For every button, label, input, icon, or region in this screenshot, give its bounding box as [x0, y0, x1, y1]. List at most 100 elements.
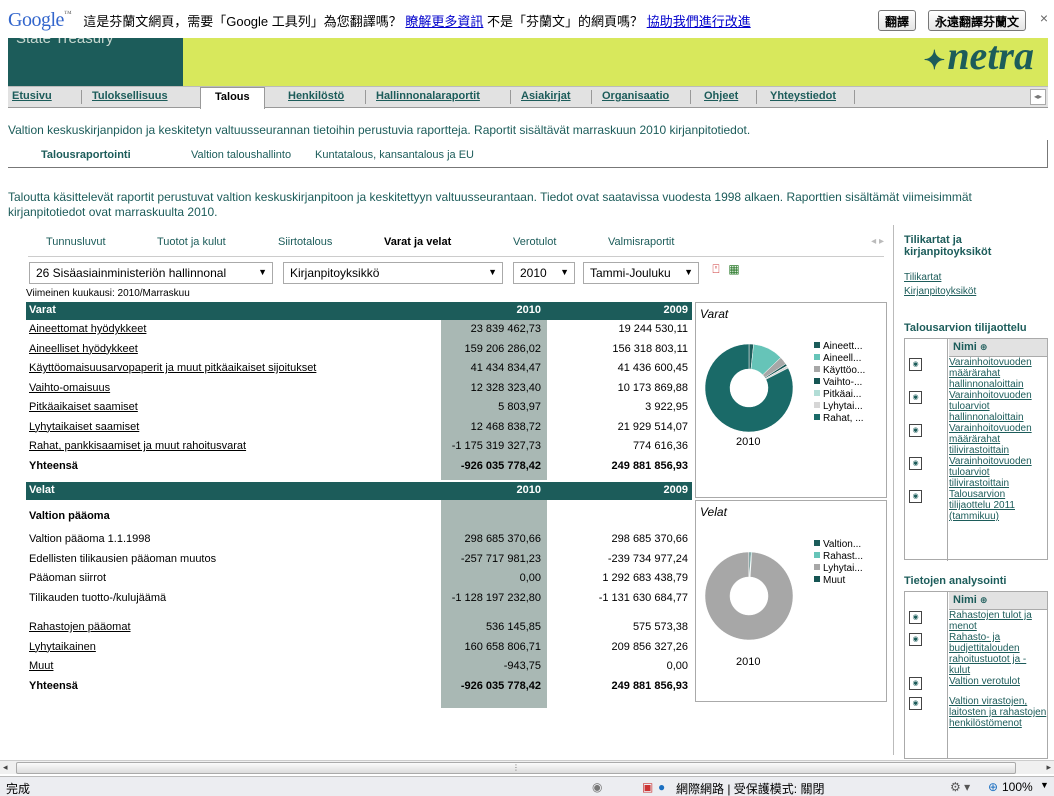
list-item-label[interactable]: Valtion verotulot: [949, 676, 1047, 687]
row-label[interactable]: Pitkäaikaiset saamiset: [29, 401, 138, 413]
list-item[interactable]: ◉ Talousarvion tilijaottelu 2011 (tammiku…: [905, 489, 1047, 522]
horizontal-scrollbar[interactable]: ◂ ⋮ ▸: [0, 760, 1054, 774]
rtab-valmisraportit[interactable]: Valmisraportit: [608, 236, 674, 248]
legend-label: Aineell...: [823, 353, 862, 364]
close-icon[interactable]: ×: [1040, 10, 1048, 26]
report-icon[interactable]: ◉: [909, 358, 922, 371]
list-item-label[interactable]: Valtion virastojen, laitosten ja rahasto…: [949, 696, 1047, 729]
list-item-label[interactable]: Rahastojen tulot ja menot: [949, 610, 1047, 632]
always-translate-button[interactable]: 永遠翻譯芬蘭文: [928, 10, 1027, 31]
security-icon[interactable]: ▣: [642, 780, 653, 794]
list-item-label[interactable]: Varainhoitovuoden määrärahat hallinnonal…: [949, 357, 1047, 390]
unit-select[interactable]: Kirjanpitoyksikkö ▼: [283, 262, 503, 284]
list-item[interactable]: ◉ Valtion verotulot: [905, 676, 1047, 696]
report-icon[interactable]: ◉: [909, 677, 922, 690]
ministry-select[interactable]: 26 Sisäasiainministeriön hallinnonal ▼: [29, 262, 273, 284]
analysis-list: Nimi ⊕ ◉ Rahastojen tulot ja menot ◉ Rahast…: [904, 591, 1048, 759]
row-label[interactable]: Rahat, pankkisaamiset ja muut rahoitusva…: [29, 440, 246, 452]
scroll-left-icon[interactable]: ◂: [3, 762, 8, 773]
zoom-level[interactable]: 100%: [1002, 780, 1033, 794]
list-item-label[interactable]: Varainhoitovuoden tuloarviot tilivirasto…: [949, 456, 1047, 489]
tabs-scroll-icon[interactable]: ◂ ▸: [871, 236, 884, 247]
chart-title: Velat: [700, 505, 727, 519]
list-item-label[interactable]: Rahasto- ja budjettitalouden rahoitustuo…: [949, 632, 1047, 676]
row-label[interactable]: Lyhytaikaiset saamiset: [29, 421, 139, 433]
tab-hallinnonalaraportit[interactable]: Hallinnonalaraportit: [376, 90, 480, 102]
main-nav: Etusivu Tuloksellisuus Talous Henkilöstö…: [8, 86, 1048, 109]
row-label[interactable]: Vaihto-omaisuus: [29, 382, 110, 394]
scroll-right-icon[interactable]: ▸: [1046, 762, 1051, 773]
list-item[interactable]: ◉ Varainhoitovuoden tuloarviot hallinnona…: [905, 390, 1047, 423]
zoom-icon[interactable]: ⊕: [988, 780, 998, 794]
translate-prompt: 這是芬蘭文網頁，需要「Google 工具列」為您翻譯嗎？ 瞭解更多資訊 不是「芬…: [83, 13, 751, 29]
help-improve-link[interactable]: 協助我們進行改進: [647, 14, 751, 29]
year-select[interactable]: 2010 ▼: [513, 262, 575, 284]
tab-tuloksellisuus[interactable]: Tuloksellisuus: [92, 90, 168, 102]
tilikartat-link[interactable]: Tilikartat: [904, 272, 1050, 283]
report-icon[interactable]: ◉: [909, 391, 922, 404]
subnav-valtion-taloushallinto[interactable]: Valtion taloushallinto: [191, 149, 291, 161]
subnav-kuntatalous[interactable]: Kuntatalous, kansantalous ja EU: [315, 149, 474, 161]
report-icon[interactable]: ◉: [909, 611, 922, 624]
value-2010: 23 839 462,73: [470, 323, 541, 335]
liabilities-total-row: Yhteensä -926 035 778,42 249 881 856,93: [29, 679, 688, 692]
translate-button[interactable]: 翻譯: [878, 10, 917, 31]
chevron-down-icon: ▼: [488, 267, 497, 277]
period-select[interactable]: Tammi-Jouluku ▼: [583, 262, 699, 284]
netra-logo[interactable]: ✦netra: [924, 32, 1034, 79]
zoom-dropdown-icon[interactable]: ▼: [1040, 780, 1049, 790]
tab-henkilosto[interactable]: Henkilöstö: [288, 90, 344, 102]
list-item-label[interactable]: Varainhoitovuoden määrärahat tilivirasto…: [949, 423, 1047, 456]
legend-item: Pitkäai...: [814, 389, 865, 401]
value-2009: 209 856 327,26: [611, 640, 688, 653]
tab-scroll-icon[interactable]: ◂▸: [1030, 89, 1046, 105]
row-label[interactable]: Lyhytaikainen: [29, 641, 96, 653]
tab-organisaatio[interactable]: Organisaatio: [602, 90, 669, 102]
tab-talous[interactable]: Talous: [200, 87, 265, 109]
report-icon[interactable]: ◉: [909, 490, 922, 503]
list-item[interactable]: ◉ Valtion virastojen, laitosten ja rahast…: [905, 696, 1047, 729]
list-item-label[interactable]: Talousarvion tilijaottelu 2011 (tammikuu…: [949, 489, 1047, 522]
scroll-thumb[interactable]: ⋮: [16, 762, 1016, 774]
value-2010: -1 128 197 232,80: [451, 591, 541, 604]
addons-icon[interactable]: ⚙ ▾: [950, 780, 970, 794]
list-item[interactable]: ◉ Varainhoitovuoden määrärahat hallinnona…: [905, 357, 1047, 390]
row-label[interactable]: Aineelliset hyödykkeet: [29, 343, 138, 355]
rtab-siirtotalous[interactable]: Siirtotalous: [278, 236, 332, 248]
list-item[interactable]: ◉ Rahasto- ja budjettitalouden rahoitustu…: [905, 632, 1047, 676]
row-label[interactable]: Käyttöomaisuusarvopaperit ja muut pitkäa…: [29, 362, 316, 374]
sidebar: Tilikartat ja kirjanpitoyksiköt Tilikart…: [904, 234, 1050, 297]
name-sort-header[interactable]: Nimi ⊕: [949, 592, 1047, 610]
list-item[interactable]: ◉ Varainhoitovuoden määrärahat tilivirast…: [905, 423, 1047, 456]
legend-item: Lyhytai...: [814, 401, 865, 413]
row-label[interactable]: Muut: [29, 660, 53, 672]
excel-export-icon[interactable]: ▦: [726, 262, 742, 280]
kirjanpitoyksikot-link[interactable]: Kirjanpitoyksiköt: [904, 286, 1050, 297]
tab-yhteystiedot[interactable]: Yhteystiedot: [770, 90, 836, 102]
rtab-tunnusluvut[interactable]: Tunnusluvut: [46, 236, 106, 248]
report-icon[interactable]: ◉: [909, 633, 922, 646]
privacy-icon[interactable]: ◉: [592, 780, 602, 794]
tab-asiakirjat[interactable]: Asiakirjat: [521, 90, 571, 102]
learn-more-link[interactable]: 瞭解更多資訊: [405, 14, 483, 29]
list-item[interactable]: ◉ Rahastojen tulot ja menot: [905, 610, 1047, 632]
row-label[interactable]: Rahastojen pääomat: [29, 621, 131, 633]
tab-ohjeet[interactable]: Ohjeet: [704, 90, 738, 102]
rtab-varat-ja-velat[interactable]: Varat ja velat: [384, 236, 451, 248]
list-item[interactable]: ◉ Varainhoitovuoden tuloarviot tilivirast…: [905, 456, 1047, 489]
report-icon[interactable]: ◉: [909, 424, 922, 437]
legend-swatch: [814, 402, 820, 408]
tab-etusivu[interactable]: Etusivu: [12, 90, 52, 102]
report-icon[interactable]: ◉: [909, 697, 922, 710]
rtab-tuotot-ja-kulut[interactable]: Tuotot ja kulut: [157, 236, 226, 248]
section-heading: Valtion pääoma: [29, 510, 110, 522]
report-icon[interactable]: ◉: [909, 457, 922, 470]
liabilities-legend: Valtion... Rahast... Lyhytai... Muut: [814, 539, 863, 587]
row-label[interactable]: Aineettomat hyödykkeet: [29, 323, 146, 335]
pdf-export-icon[interactable]: ⍞: [708, 262, 724, 280]
value-2009: -239 734 977,24: [607, 552, 688, 565]
list-item-label[interactable]: Varainhoitovuoden tuloarviot hallinnonal…: [949, 390, 1047, 423]
subnav-talousraportointi[interactable]: Talousraportointi: [41, 149, 131, 161]
name-sort-header[interactable]: Nimi ⊕: [949, 339, 1047, 357]
rtab-verotulot[interactable]: Verotulot: [513, 236, 556, 248]
